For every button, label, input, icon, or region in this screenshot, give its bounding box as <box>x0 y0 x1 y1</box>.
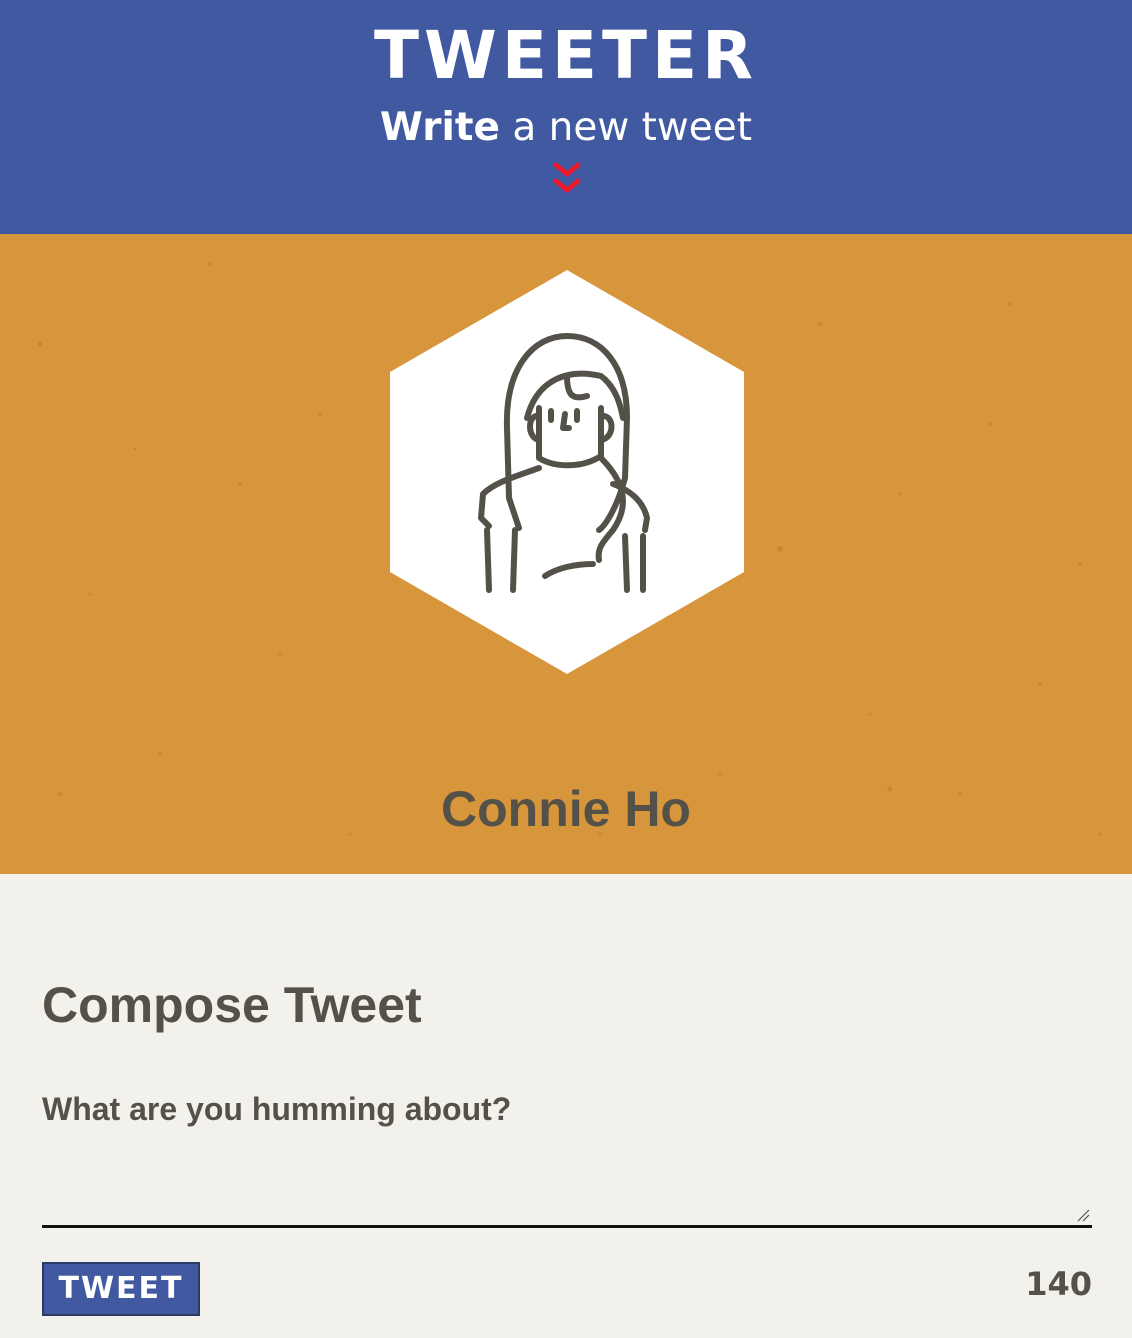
user-name: Connie Ho <box>441 781 691 837</box>
new-tweet-label: a new tweet <box>499 105 753 150</box>
character-counter: 140 <box>1025 1265 1092 1303</box>
brand-logo: TWEETER <box>374 17 758 94</box>
avatar <box>390 270 744 674</box>
profile-banner: Connie Ho <box>0 234 1132 874</box>
write-new-tweet-toggle[interactable]: Write a new tweet <box>0 102 1132 154</box>
hexagon-frame <box>390 270 744 674</box>
tweet-textarea[interactable] <box>42 1088 1092 1228</box>
resize-handle-icon[interactable] <box>1074 1206 1090 1222</box>
double-chevron-down-icon[interactable] <box>551 160 583 200</box>
write-label: Write <box>379 105 500 150</box>
top-nav: TWEETER Write a new tweet <box>0 0 1132 234</box>
tweet-submit-button[interactable]: TWEET <box>42 1262 200 1316</box>
compose-title: Compose Tweet <box>42 977 422 1033</box>
